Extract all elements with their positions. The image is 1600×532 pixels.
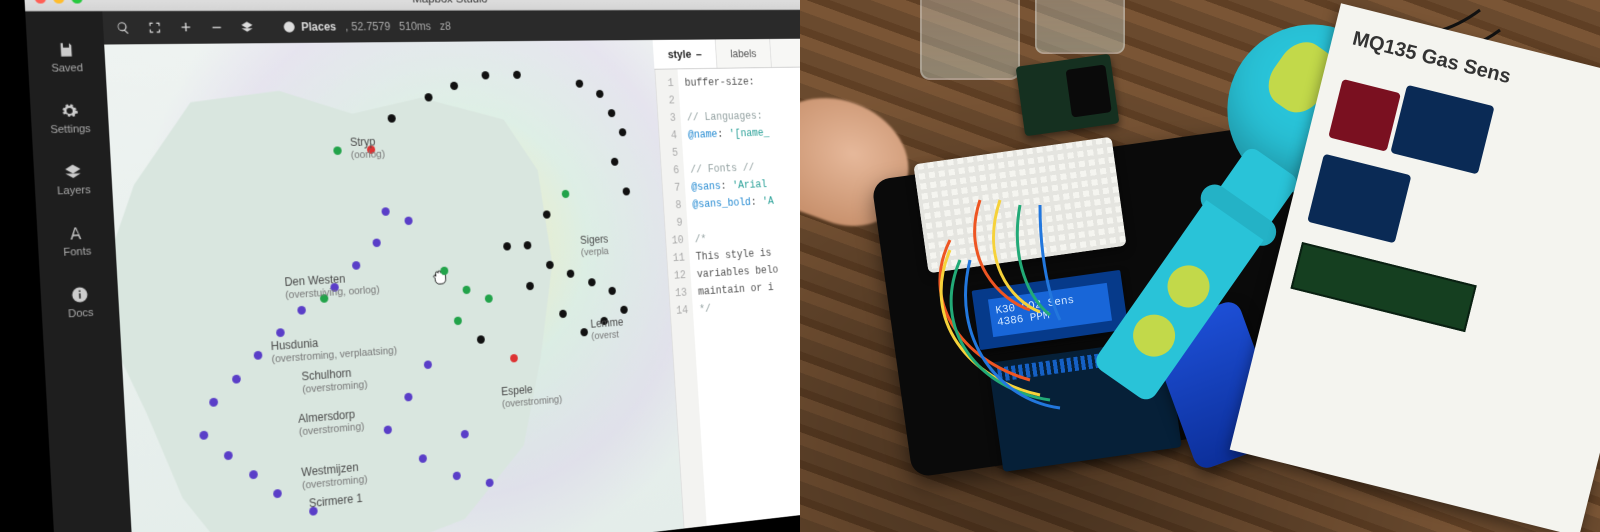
map-point[interactable]: [588, 278, 596, 286]
map-point[interactable]: [387, 114, 396, 123]
tab-label: labels: [730, 47, 757, 60]
layers-icon: [239, 21, 255, 34]
editor-tabs: style– labels: [653, 39, 817, 70]
places-label: Places: [301, 20, 337, 33]
sidebar-label: Layers: [57, 184, 91, 197]
map-point[interactable]: [424, 93, 432, 101]
map-point[interactable]: [450, 82, 458, 90]
map-point[interactable]: [461, 429, 469, 438]
layers-icon: [63, 163, 82, 181]
tab-style[interactable]: style–: [653, 39, 718, 68]
paper-module-image: [1307, 154, 1411, 244]
drinking-glass: [920, 0, 1020, 80]
drinking-glass: [1035, 0, 1125, 54]
coordinates-readout: , 52.7579: [345, 20, 391, 33]
sidebar-item-saved[interactable]: Saved: [50, 41, 84, 75]
info-icon: [70, 285, 89, 304]
zoom-level: z8: [439, 20, 451, 33]
sidebar-label: Saved: [51, 62, 83, 74]
paper-module-image: [1328, 79, 1401, 152]
map-point[interactable]: [620, 306, 628, 314]
window-title: Mapbox Studio: [24, 0, 812, 6]
map-point[interactable]: [482, 72, 490, 80]
map-point[interactable]: [567, 269, 575, 278]
gear-icon: [60, 102, 79, 120]
map-point[interactable]: [513, 71, 521, 79]
map-canvas[interactable]: Stryp(oorlog)Den Westen(overstuiving, oo…: [104, 40, 684, 532]
map-point[interactable]: [485, 478, 493, 487]
map-point[interactable]: [546, 260, 554, 269]
search-icon: [116, 21, 131, 35]
tab-labels[interactable]: labels: [715, 39, 771, 68]
zoom-in-button[interactable]: +: [172, 14, 201, 41]
map-point[interactable]: [509, 354, 517, 363]
fullscreen-button[interactable]: [140, 14, 169, 41]
map-point[interactable]: [351, 261, 360, 270]
places-dropdown[interactable]: Places: [282, 20, 336, 33]
map-point[interactable]: [581, 328, 589, 337]
map-point[interactable]: [231, 374, 240, 383]
map-point[interactable]: [440, 266, 448, 275]
fonts-icon: [67, 224, 86, 243]
tab-collapse-icon: –: [695, 47, 701, 60]
place-label: Lemme(overst: [590, 316, 624, 343]
save-icon: [57, 41, 76, 59]
layers-button[interactable]: [233, 14, 261, 41]
right-photo: K30 CO2 Sens 4386 PPM MQ135 Gas Sens: [800, 0, 1600, 532]
left-photo: Mapbox Studio Edit View Window Help Tx: …: [0, 0, 800, 532]
map-point[interactable]: [562, 190, 570, 198]
sidebar-item-docs[interactable]: Docs: [67, 285, 94, 320]
globe-icon: [282, 20, 296, 33]
sensor-module: [1016, 54, 1120, 137]
fullscreen-icon: [147, 21, 161, 35]
render-time: 510ms: [399, 20, 432, 33]
sidebar-label: Docs: [68, 307, 94, 320]
sidebar-label: Fonts: [63, 246, 92, 259]
map-point[interactable]: [610, 158, 618, 166]
sidebar-item-layers[interactable]: Layers: [56, 163, 91, 198]
paper-lcd-image: [1290, 242, 1476, 332]
place-label: Schulhorn(overstroming): [301, 365, 368, 397]
map-point[interactable]: [559, 310, 567, 319]
map-point[interactable]: [542, 210, 550, 218]
sidebar-label: Settings: [50, 123, 91, 136]
search-button[interactable]: [108, 14, 137, 41]
map-point[interactable]: [622, 187, 630, 195]
map-point[interactable]: [596, 90, 604, 98]
paper-module-image: [1391, 85, 1495, 175]
place-label: Stryp(oorlog): [350, 135, 386, 162]
place-label: Espele(overstroming): [501, 381, 563, 411]
sidebar-item-fonts[interactable]: Fonts: [62, 224, 92, 259]
map-point[interactable]: [619, 128, 627, 136]
sidebar-item-settings[interactable]: Settings: [49, 102, 91, 136]
zoom-out-button[interactable]: −: [202, 14, 230, 41]
laptop-screen: Mapbox Studio Edit View Window Help Tx: …: [22, 0, 845, 532]
place-label: Sigers(verpla: [580, 233, 610, 259]
map-point[interactable]: [607, 109, 615, 117]
tab-label: style: [667, 47, 691, 60]
map-point[interactable]: [575, 80, 583, 88]
map-point[interactable]: [609, 287, 617, 295]
